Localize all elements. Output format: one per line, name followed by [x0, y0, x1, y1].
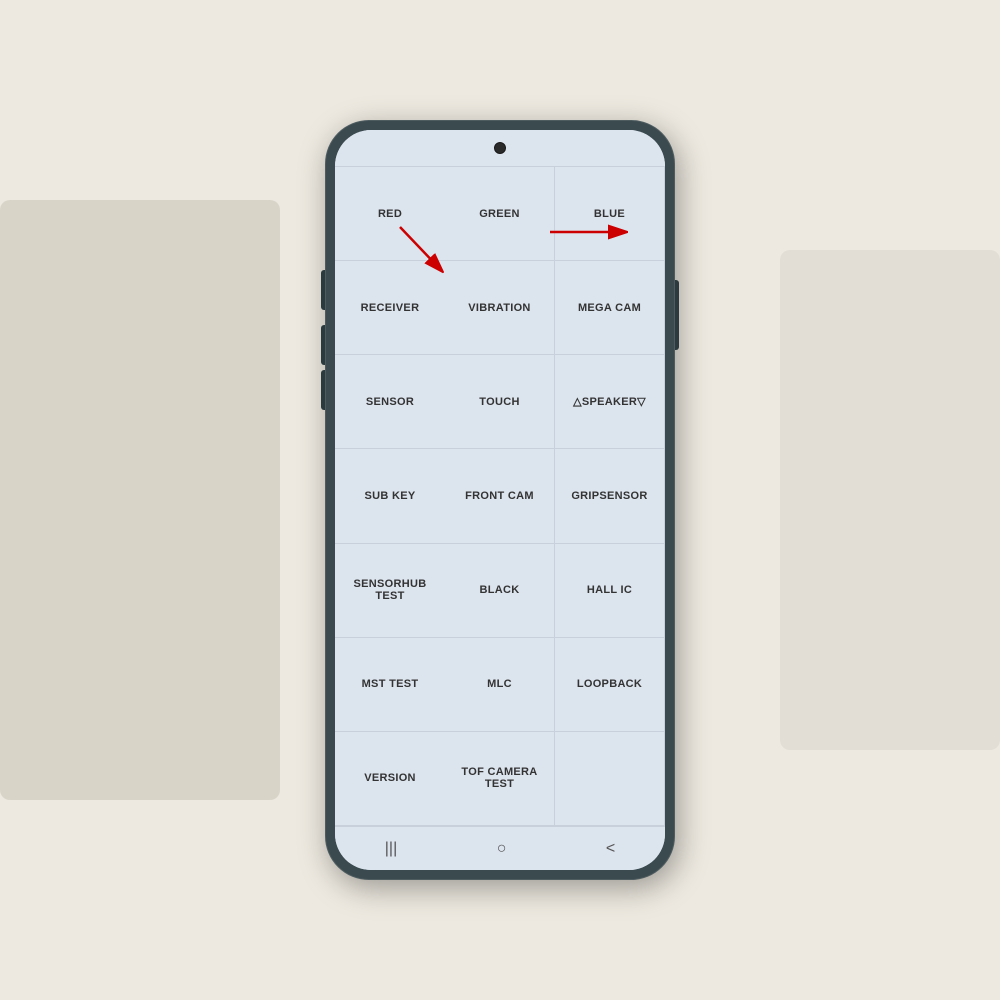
cell-blue[interactable]: BLUE [555, 167, 665, 261]
phone-shell: RED GREEN BLUE RECEIVER VIBRATION MEGA C… [325, 120, 675, 880]
top-bar [335, 130, 665, 166]
cell-front-cam[interactable]: FRONT CAM [445, 449, 555, 543]
cell-red[interactable]: RED [335, 167, 445, 261]
recent-apps-icon[interactable]: ||| [385, 840, 397, 858]
background-right [780, 250, 1000, 750]
cell-sub-key[interactable]: SUB KEY [335, 449, 445, 543]
test-grid: RED GREEN BLUE RECEIVER VIBRATION MEGA C… [335, 166, 665, 826]
cell-vibration[interactable]: VIBRATION [445, 261, 555, 355]
cell-mlc[interactable]: MLC [445, 638, 555, 732]
phone-screen: RED GREEN BLUE RECEIVER VIBRATION MEGA C… [335, 130, 665, 870]
cell-gripsensor[interactable]: GRIPSENSOR [555, 449, 665, 543]
cell-sensorhub-test[interactable]: SENSORHUB TEST [335, 544, 445, 638]
cell-sensor[interactable]: SENSOR [335, 355, 445, 449]
cell-receiver[interactable]: RECEIVER [335, 261, 445, 355]
cell-empty-7-3 [555, 732, 665, 826]
home-icon[interactable]: ○ [497, 840, 507, 858]
cell-version[interactable]: VERSION [335, 732, 445, 826]
back-icon[interactable]: < [606, 840, 615, 858]
background-left [0, 200, 280, 800]
cell-tof-camera-test[interactable]: TOF CAMERA TEST [445, 732, 555, 826]
cell-touch[interactable]: TOUCH [445, 355, 555, 449]
cell-green[interactable]: GREEN [445, 167, 555, 261]
scene: RED GREEN BLUE RECEIVER VIBRATION MEGA C… [0, 0, 1000, 1000]
cell-hall-ic[interactable]: HALL IC [555, 544, 665, 638]
nav-bar: ||| ○ < [335, 826, 665, 870]
cell-speaker[interactable]: △SPEAKER▽ [555, 355, 665, 449]
cell-black[interactable]: BLACK [445, 544, 555, 638]
cell-mst-test[interactable]: MST TEST [335, 638, 445, 732]
front-camera-dot [494, 142, 506, 154]
cell-mega-cam[interactable]: MEGA CAM [555, 261, 665, 355]
cell-loopback[interactable]: LOOPBACK [555, 638, 665, 732]
